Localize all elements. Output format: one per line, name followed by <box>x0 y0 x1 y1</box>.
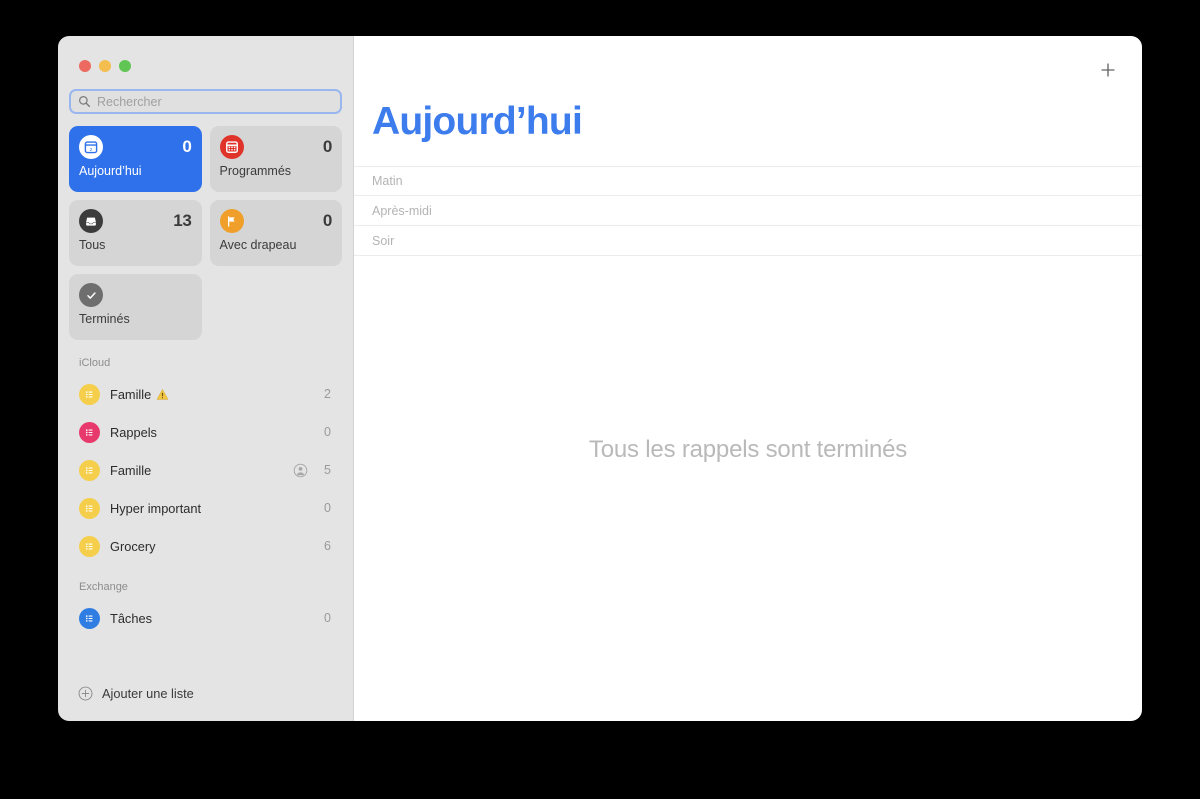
smart-card-flagged[interactable]: 0 Avec drapeau <box>209 200 342 266</box>
svg-text:2: 2 <box>90 147 93 153</box>
list-item-count: 0 <box>324 501 331 515</box>
sidebar: 2 0 Aujourd’hui <box>58 36 354 721</box>
smart-card-today-top: 2 0 <box>79 135 192 159</box>
add-list-label: Ajouter une liste <box>102 685 194 701</box>
smart-card-completed[interactable]: Terminés <box>69 274 202 340</box>
inbox-icon <box>79 209 103 233</box>
flag-icon <box>219 209 244 233</box>
list-item-name: Famille <box>110 463 283 478</box>
smart-card-all-top: 13 <box>79 209 192 233</box>
section-morning[interactable]: Matin <box>354 166 1142 196</box>
smart-card-all-count: 13 <box>173 211 192 230</box>
list-item-label: Rappels <box>110 424 157 440</box>
plus-circle-icon <box>78 686 93 700</box>
list-item-count: 0 <box>324 425 331 439</box>
smart-card-scheduled-top: 0 <box>219 135 332 159</box>
smart-card-all[interactable]: 13 Tous <box>69 200 202 266</box>
shared-person-icon <box>293 463 308 477</box>
add-list-button[interactable]: Ajouter une liste <box>58 673 353 721</box>
smart-card-today-label: Aujourd’hui <box>79 164 142 178</box>
page-title: Aujourd’hui <box>372 100 583 143</box>
list-item-count: 2 <box>324 387 331 401</box>
list-item-name: Rappels <box>110 425 312 440</box>
list-icon <box>79 421 100 443</box>
minimize-button[interactable] <box>99 60 111 72</box>
smart-card-scheduled-count: 0 <box>322 137 332 156</box>
search-field[interactable] <box>69 89 342 114</box>
close-button[interactable] <box>79 60 91 72</box>
calendar-icon <box>219 135 244 159</box>
list-groups: iCloud Famille 2 Rappels 0 Famille 5 Hyp… <box>58 340 353 673</box>
smart-card-all-label: Tous <box>79 238 106 252</box>
list-item-name: Hyper important <box>110 501 312 516</box>
section-evening[interactable]: Soir <box>354 226 1142 256</box>
checkmark-icon <box>79 283 103 307</box>
list-icon <box>79 383 100 405</box>
smart-card-scheduled-label: Programmés <box>219 164 292 178</box>
list-item-label: Famille <box>110 462 152 478</box>
group-exchange-title: Exchange <box>79 581 128 593</box>
smart-card-flagged-label: Avec drapeau <box>219 238 297 252</box>
list-item-name: Grocery <box>110 539 312 554</box>
smart-card-flagged-top: 0 <box>219 209 332 233</box>
group-icloud-title: iCloud <box>79 357 111 369</box>
smart-card-flagged-count: 0 <box>322 211 332 230</box>
window-controls <box>58 36 353 83</box>
list-item-count: 5 <box>324 463 331 477</box>
list-icon <box>79 497 100 519</box>
time-sections: Matin Après-midi Soir <box>354 166 1142 256</box>
list-icon <box>79 459 100 481</box>
list-item-label: Grocery <box>110 538 156 554</box>
empty-state-message: Tous les rappels sont terminés <box>588 436 908 463</box>
smart-card-completed-top <box>79 283 192 307</box>
list-icon <box>79 607 100 629</box>
plus-icon <box>1101 63 1115 77</box>
search-icon <box>79 96 91 108</box>
list-icon <box>79 535 100 557</box>
smart-lists-grid: 2 0 Aujourd’hui 0 Programmés 13 Tous 0 A… <box>58 114 353 340</box>
list-item-label: Tâches <box>110 610 152 626</box>
smart-card-completed-label: Terminés <box>79 312 130 326</box>
list-item[interactable]: Famille 5 <box>58 451 353 489</box>
list-item-name: Famille <box>110 387 312 402</box>
list-item[interactable]: Tâches 0 <box>58 599 353 637</box>
calendar-day-icon: 2 <box>79 135 103 159</box>
list-item-label: Famille <box>110 386 152 402</box>
list-item-label: Hyper important <box>110 500 202 516</box>
maximize-button[interactable] <box>119 60 131 72</box>
main-content: Aujourd’hui Matin Après-midi Soir Tous l… <box>354 36 1142 721</box>
list-item-count: 6 <box>324 539 331 553</box>
reminders-window: 2 0 Aujourd’hui <box>58 36 1142 721</box>
search-container <box>58 83 353 114</box>
section-afternoon[interactable]: Après-midi <box>354 196 1142 226</box>
group-icloud: iCloud Famille 2 Rappels 0 Famille 5 Hyp… <box>58 357 353 565</box>
smart-card-today[interactable]: 2 0 Aujourd’hui <box>69 126 202 192</box>
list-item-count: 0 <box>324 611 331 625</box>
list-item[interactable]: Rappels 0 <box>58 413 353 451</box>
list-item[interactable]: Hyper important 0 <box>58 489 353 527</box>
search-input[interactable] <box>97 94 333 109</box>
warning-icon <box>157 388 169 400</box>
list-item[interactable]: Famille 2 <box>58 375 353 413</box>
list-item[interactable]: Grocery 6 <box>58 527 353 565</box>
list-item-name: Tâches <box>110 611 312 626</box>
group-exchange: Exchange Tâches 0 <box>58 581 353 637</box>
smart-card-scheduled[interactable]: 0 Programmés <box>209 126 342 192</box>
smart-card-today-count: 0 <box>182 137 192 156</box>
add-reminder-button[interactable] <box>1097 59 1119 81</box>
